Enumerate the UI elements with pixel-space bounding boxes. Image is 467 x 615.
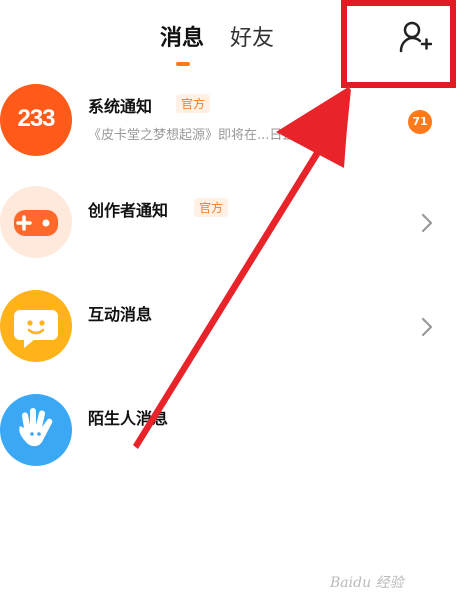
interaction-avatar <box>0 290 72 362</box>
unread-count-badge: 71 <box>408 110 432 134</box>
list-item-title: 陌生人消息 <box>88 409 169 428</box>
tab-messages[interactable]: 消息 <box>160 20 204 52</box>
chat-face-icon <box>14 310 58 348</box>
message-preview: 《皮卡堂之梦想起源》即将在...日正... <box>88 128 308 143</box>
system-notice-avatar: 233 <box>0 84 72 156</box>
creator-notice-avatar <box>0 186 72 258</box>
baidu-watermark: Baidu 经验 <box>330 575 404 591</box>
list-item-stranger[interactable]: 陌生人消息 <box>0 394 467 494</box>
stranger-avatar <box>0 394 72 466</box>
annotation-highlight-box <box>341 0 456 88</box>
avatar-233-text: 233 <box>17 105 55 132</box>
official-badge: 官方 <box>176 94 211 113</box>
hand-wave-icon <box>19 408 53 447</box>
gamepad-icon <box>14 210 58 236</box>
tab-friends[interactable]: 好友 <box>230 20 274 52</box>
list-item-creator-notice[interactable]: 创作者通知 官方 <box>0 186 467 286</box>
list-item-interaction[interactable]: 互动消息 <box>0 290 467 390</box>
chevron-right-icon <box>421 213 433 233</box>
official-badge: 官方 <box>194 198 229 217</box>
list-item-title: 系统通知 <box>88 97 153 116</box>
list-item-title: 互动消息 <box>88 305 153 324</box>
list-item-title: 创作者通知 <box>88 201 169 220</box>
chevron-right-icon <box>421 317 433 337</box>
list-item-system-notice[interactable]: 233 系统通知 官方 《皮卡堂之梦想起源》即将在...日正... 71 <box>0 80 467 180</box>
active-tab-indicator <box>176 62 190 66</box>
